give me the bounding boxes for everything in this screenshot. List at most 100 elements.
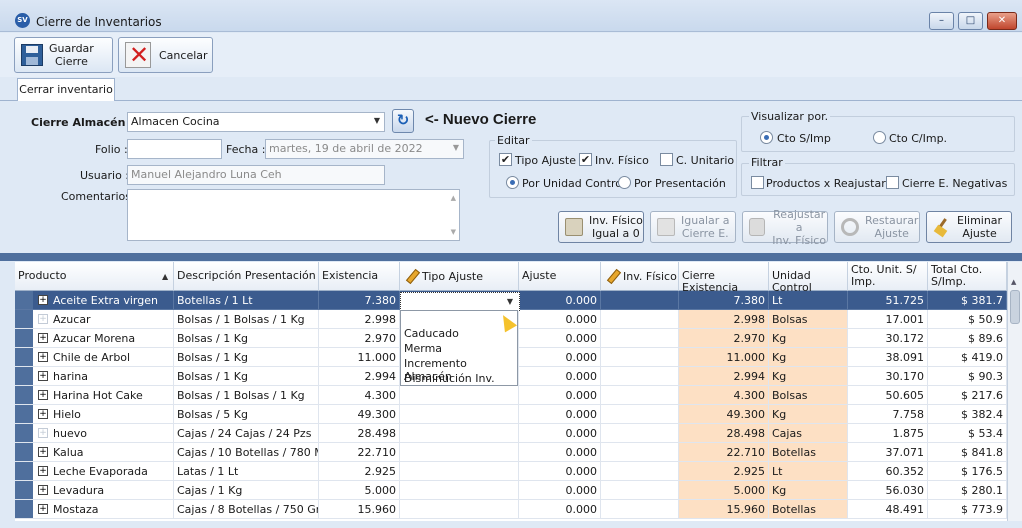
expand-icon[interactable]: + xyxy=(38,314,48,324)
cell-inv-fisico[interactable] xyxy=(601,481,679,500)
cell-tipo-ajuste[interactable] xyxy=(400,462,519,481)
reajustar-inv-fisico-button[interactable]: Reajustar a Inv. Físico xyxy=(742,208,828,247)
col-header-producto[interactable]: Producto ▲ xyxy=(15,262,174,291)
expand-icon[interactable]: + xyxy=(38,504,48,514)
col-header-cto-unit[interactable]: Cto. Unit. S/Imp. xyxy=(848,262,928,291)
col-header-cierre-existencia[interactable]: Cierre Existencia xyxy=(679,262,769,294)
cell-inv-fisico[interactable] xyxy=(601,462,679,481)
expand-icon[interactable]: + xyxy=(38,333,48,343)
cell-inv-fisico[interactable] xyxy=(601,291,679,310)
close-button[interactable]: ✕ xyxy=(987,12,1017,30)
table-row[interactable]: + Hielo Bolsas / 5 Kg 49.300 0.000 49.300 Kg 7.… xyxy=(15,405,1007,424)
maximize-button[interactable]: □ xyxy=(958,12,983,30)
dropdown-option-merma[interactable]: Merma xyxy=(404,342,442,355)
expand-icon[interactable]: + xyxy=(38,409,48,419)
cell-inv-fisico[interactable] xyxy=(601,443,679,462)
grid-scrollbar[interactable]: ▲ xyxy=(1007,262,1022,528)
table-row[interactable]: + Mostaza Cajas / 8 Botellas / 750 Gr 15.96… xyxy=(15,500,1007,519)
cell-inv-fisico[interactable] xyxy=(601,348,679,367)
cell-tipo-ajuste[interactable] xyxy=(400,500,519,519)
table-row[interactable]: + Kalua Cajas / 10 Botellas / 780 ML 22.710… xyxy=(15,443,1007,462)
producto-label: Azucar xyxy=(53,313,91,326)
col-header-label: S/Imp. xyxy=(931,275,967,288)
cell-producto: + Azucar Morena xyxy=(15,329,174,348)
col-header-ajuste[interactable]: Ajuste xyxy=(519,262,601,291)
tipo-ajuste-editor[interactable]: ▼ xyxy=(400,292,520,311)
expand-icon[interactable]: + xyxy=(38,428,48,438)
cancelar-button[interactable]: ✕ Cancelar xyxy=(118,37,213,73)
cell-tipo-ajuste[interactable] xyxy=(400,405,519,424)
expand-icon[interactable]: + xyxy=(38,447,48,457)
comentarios-field[interactable]: ▲ ▼ xyxy=(127,189,460,241)
expand-icon[interactable]: + xyxy=(38,466,48,476)
cell-inv-fisico[interactable] xyxy=(601,405,679,424)
igualar-cierre-button[interactable]: Igualar a Cierre E. xyxy=(650,211,736,243)
cell-tipo-ajuste[interactable] xyxy=(400,424,519,443)
cell-inv-fisico[interactable] xyxy=(601,367,679,386)
productos-reajustar-checkbox[interactable] xyxy=(751,176,764,189)
inv-fisico-igual-cero-button[interactable]: Inv. Físico Igual a 0 xyxy=(558,211,644,243)
expand-icon[interactable]: + xyxy=(38,390,48,400)
action-label-bottom: Inv. Físico xyxy=(772,233,827,247)
refresh-icon[interactable]: ↻ xyxy=(392,109,414,133)
cell-tipo-ajuste[interactable] xyxy=(400,443,519,462)
equalize-icon xyxy=(657,218,675,236)
cell-unidad: Kg xyxy=(769,367,848,386)
col-header-total-cto[interactable]: Total Cto. S/Imp. xyxy=(928,262,1007,291)
dropdown-option-disminucion[interactable]: Disminución Inv. xyxy=(404,372,495,385)
table-row[interactable]: + Harina Hot Cake Bolsas / 1 Bolsas / 1 Kg… xyxy=(15,386,1007,405)
inv-fisico-checkbox[interactable]: ✔ xyxy=(579,153,592,166)
cell-inv-fisico[interactable] xyxy=(601,500,679,519)
producto-label: Chile de Arbol xyxy=(53,351,131,364)
cell-inv-fisico[interactable] xyxy=(601,424,679,443)
usuario-field[interactable]: Manuel Alejandro Luna Ceh xyxy=(127,165,385,185)
expand-icon[interactable]: + xyxy=(38,352,48,362)
dropdown-option-caducado[interactable]: Caducado xyxy=(404,327,459,340)
col-header-unidad-control[interactable]: Unidad Control xyxy=(769,262,848,294)
cell-existencia: 22.710 xyxy=(319,443,400,462)
cell-inv-fisico[interactable] xyxy=(601,310,679,329)
fecha-field[interactable]: martes, 19 de abril de 2022 ▼ xyxy=(265,139,464,159)
col-header-inv-fisico[interactable]: Inv. Físico xyxy=(601,262,679,291)
cell-total: $ 382.4 xyxy=(928,405,1007,424)
expand-icon[interactable]: + xyxy=(38,371,48,381)
restaurar-ajuste-button[interactable]: Restaurar Ajuste xyxy=(834,211,920,243)
cell-existencia: 15.960 xyxy=(319,500,400,519)
col-header-descripcion[interactable]: Descripción Presentación xyxy=(174,262,319,291)
tipo-ajuste-checkbox[interactable]: ✔ xyxy=(499,153,512,166)
scroll-up-icon[interactable]: ▲ xyxy=(1011,278,1016,286)
save-icon xyxy=(21,44,43,66)
broom-icon xyxy=(933,218,951,238)
col-header-existencia[interactable]: Existencia xyxy=(319,262,400,291)
table-row[interactable]: + huevo Cajas / 24 Cajas / 24 Pzs 28.498 0.0… xyxy=(15,424,1007,443)
tab-cerrar-inventario[interactable]: Cerrar inventario xyxy=(17,78,115,101)
cierre-negativas-label: Cierre E. Negativas xyxy=(902,177,1008,190)
table-row[interactable]: + Leche Evaporada Latas / 1 Lt 2.925 0.000 2.… xyxy=(15,462,1007,481)
cell-cto: 37.071 xyxy=(848,443,928,462)
c-unitario-checkbox[interactable] xyxy=(660,153,673,166)
cell-producto: + Aceite Extra virgen xyxy=(15,291,174,310)
por-presentacion-radio[interactable] xyxy=(618,176,631,189)
cell-existencia: 49.300 xyxy=(319,405,400,424)
almacen-select[interactable]: Almacen Cocina ▼ xyxy=(127,112,385,132)
folio-field[interactable] xyxy=(127,139,222,159)
eliminar-ajuste-button[interactable]: Eliminar Ajuste xyxy=(926,211,1012,243)
por-unidad-radio[interactable] xyxy=(506,176,519,189)
cell-inv-fisico[interactable] xyxy=(601,386,679,405)
minimize-button[interactable]: – xyxy=(929,12,954,30)
cell-tipo-ajuste[interactable] xyxy=(400,386,519,405)
cto-simp-radio[interactable] xyxy=(760,131,773,144)
cell-inv-fisico[interactable] xyxy=(601,329,679,348)
expand-icon[interactable]: + xyxy=(38,485,48,495)
cierre-negativas-checkbox[interactable] xyxy=(886,176,899,189)
cell-total: $ 50.9 xyxy=(928,310,1007,329)
tipo-ajuste-label: Tipo Ajuste xyxy=(515,154,577,167)
guardar-cierre-button[interactable]: Guardar Cierre xyxy=(14,37,113,73)
cell-tipo-ajuste[interactable] xyxy=(400,481,519,500)
action-label-bottom: Ajuste xyxy=(874,227,909,240)
expand-icon[interactable]: + xyxy=(38,295,48,305)
col-header-tipo-ajuste[interactable]: Tipo Ajuste xyxy=(400,262,519,291)
cto-cimp-radio[interactable] xyxy=(873,131,886,144)
scrollbar-thumb[interactable] xyxy=(1010,290,1020,324)
table-row[interactable]: + Levadura Cajas / 1 Kg 5.000 0.000 5.000 Kg 56… xyxy=(15,481,1007,500)
